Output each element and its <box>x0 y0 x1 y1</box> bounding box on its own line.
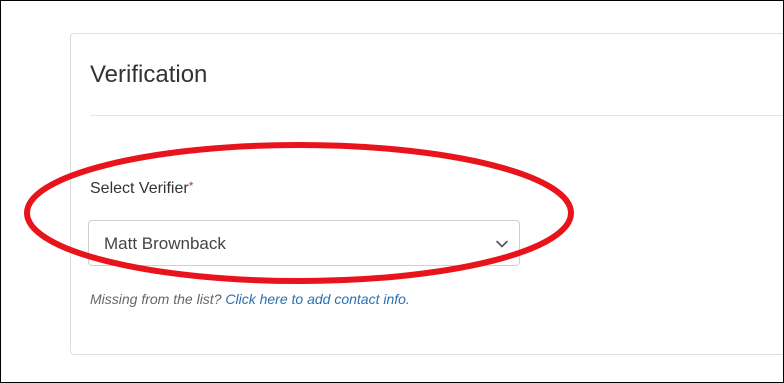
required-marker: * <box>188 179 194 193</box>
add-contact-info-link[interactable]: Click here to add contact info. <box>225 291 409 307</box>
verifier-select[interactable]: Matt Brownback <box>88 220 520 266</box>
verifier-help-text: Missing from the list? Click here to add… <box>90 291 410 307</box>
verifier-label-text: Select Verifier <box>90 180 189 197</box>
verifier-selected-value: Matt Brownback <box>104 234 226 253</box>
panel-title: Verification <box>90 61 208 88</box>
chevron-down-icon <box>496 240 508 248</box>
screenshot-frame: Verification Select Verifier* Matt Brown… <box>0 0 784 383</box>
verification-panel: Verification Select Verifier* Matt Brown… <box>70 33 783 355</box>
help-prefix: Missing from the list? <box>90 291 222 307</box>
verifier-field-label: Select Verifier* <box>90 179 194 198</box>
panel-divider <box>90 115 783 116</box>
